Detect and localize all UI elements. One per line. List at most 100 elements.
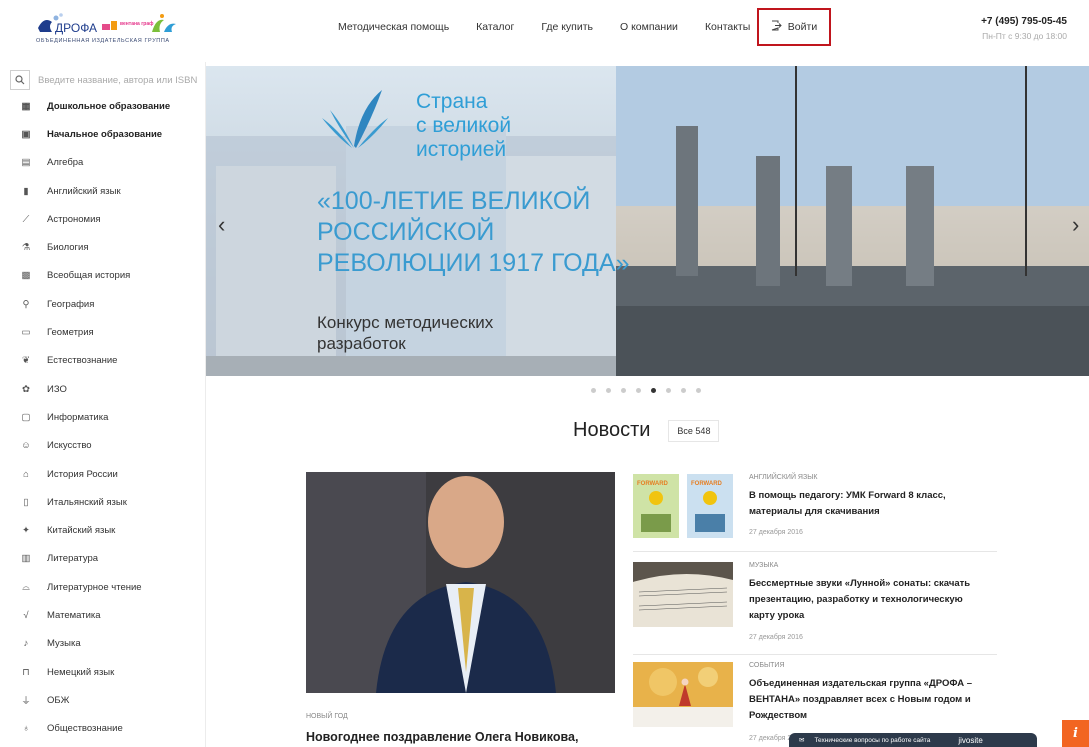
- sidebar-item-label: Всеобщая история: [47, 270, 131, 282]
- metronome-icon: ♪: [23, 638, 29, 650]
- sidebar-item-subject[interactable]: ❦ Естествознание: [0, 347, 206, 375]
- book-shelf-icon: ▥: [21, 553, 31, 565]
- sidebar-item-subject[interactable]: ▣ Начальное образование: [0, 120, 206, 148]
- news-thumbnail: [633, 562, 733, 627]
- logo-subtitle: ОБЪЕДИНЕННАЯ ИЗДАТЕЛЬСКАЯ ГРУППА: [36, 38, 170, 44]
- banner-prev-arrow[interactable]: ‹: [218, 212, 225, 238]
- sidebar-item-label: История России: [47, 468, 118, 480]
- news-thumbnail: FORWARD FORWARD: [633, 474, 733, 539]
- pagination-dot[interactable]: [666, 388, 671, 393]
- sidebar-item-subject[interactable]: ⏚ ОБЖ: [0, 686, 206, 714]
- sidebar-item-label: Итальянский язык: [47, 496, 127, 508]
- pagination-dot[interactable]: [696, 388, 701, 393]
- news-category: СОБЫТИЯ: [749, 662, 785, 669]
- sidebar-item-subject[interactable]: ✦ Китайский язык: [0, 516, 206, 544]
- sidebar-item-label: ИЗО: [47, 383, 67, 395]
- sidebar-item-subject[interactable]: ✿ ИЗО: [0, 375, 206, 403]
- algebra-grid-icon: ▤: [21, 157, 31, 169]
- main-news-category: НОВЫЙ ГОД: [306, 713, 348, 720]
- phone-booth-icon: ▮: [23, 185, 29, 197]
- square-root-icon: √: [23, 609, 29, 621]
- news-all-button[interactable]: Все 548: [668, 419, 720, 442]
- sidebar-item-subject[interactable]: ▭ Геометрия: [0, 318, 206, 346]
- main-news-photo[interactable]: [306, 472, 615, 693]
- sidebar-item-subject[interactable]: ▥ Литература: [0, 545, 206, 573]
- sidebar-item-subject[interactable]: ▮ Английский язык: [0, 177, 206, 205]
- search-input[interactable]: [38, 74, 206, 86]
- pagination-dot[interactable]: [636, 388, 641, 393]
- pagination-dot[interactable]: [591, 388, 596, 393]
- sidebar-item-subject[interactable]: ▤ Алгебра: [0, 149, 206, 177]
- news-headline[interactable]: Объединенная издательская группа «ДРОФА …: [749, 676, 989, 724]
- sidebar-item-subject[interactable]: ☺ Искусство: [0, 432, 206, 460]
- news-date: 27 декабря 2016: [749, 634, 803, 641]
- info-button[interactable]: i: [1062, 720, 1089, 747]
- sidebar-item-subject[interactable]: ⌓ Литературное чтение: [0, 573, 206, 601]
- school-bag-icon: ▣: [21, 128, 31, 140]
- pagination-dot[interactable]: [681, 388, 686, 393]
- banner-headline: «100-летие великой российской революции …: [317, 187, 630, 277]
- museum-icon: ⌂: [23, 468, 29, 480]
- news-item[interactable]: МУЗЫКА Бессмертные звуки «Лунной» сонаты…: [633, 562, 997, 652]
- logo[interactable]: ДРОФА вентана граф: [34, 10, 194, 50]
- sidebar-item-subject[interactable]: ⚲ География: [0, 290, 206, 318]
- main-news-headline[interactable]: Новогоднее поздравление Олега Новикова,: [306, 730, 578, 744]
- support-chat-bar[interactable]: ✉ Технические вопросы по работе сайта ji…: [789, 733, 1037, 747]
- login-button[interactable]: Войти: [757, 8, 831, 46]
- news-category: МУЗЫКА: [749, 562, 779, 569]
- theatre-icon: ☺: [21, 440, 31, 452]
- news-date: 27 декабря 2016: [749, 529, 803, 536]
- fire-extinguisher-icon: ⏚: [21, 696, 31, 708]
- news-headline[interactable]: В помощь педагогу: УМК Forward 8 класс, …: [749, 488, 989, 520]
- ventana-sprout-icon: [152, 14, 176, 32]
- nav-contacts[interactable]: Контакты: [705, 21, 750, 33]
- hero-banner[interactable]: Страна с великой историей «100-летие вел…: [206, 66, 1089, 376]
- sidebar-item-subject[interactable]: ♪ Музыка: [0, 630, 206, 658]
- support-brand: jivosite: [958, 735, 983, 745]
- open-book-icon: ⌓: [22, 581, 30, 593]
- phone-number[interactable]: +7 (495) 795-05-45: [981, 16, 1067, 27]
- sidebar-item-subject[interactable]: ⟋ Астрономия: [0, 205, 206, 233]
- banner-title-line-1: Страна: [416, 90, 488, 113]
- sidebar-item-subject[interactable]: ⚗ Биология: [0, 233, 206, 261]
- banner-next-arrow[interactable]: ›: [1072, 212, 1079, 238]
- people-icon: ♁: [22, 723, 30, 735]
- nav-where-to-buy[interactable]: Где купить: [541, 21, 593, 33]
- sidebar-item-label: ОБЖ: [47, 694, 70, 706]
- sidebar-item-subject[interactable]: √ Математика: [0, 601, 206, 629]
- sidebar-item-subject[interactable]: ▩ Всеобщая история: [0, 262, 206, 290]
- sidebar-item-subject[interactable]: ▯ Итальянский язык: [0, 488, 206, 516]
- sidebar-item-subject[interactable]: ▦ Дошкольное образование: [0, 92, 206, 120]
- search-icon: [15, 75, 25, 85]
- pagination-dot[interactable]: [651, 388, 656, 393]
- sidebar-item-label: География: [47, 298, 95, 310]
- sidebar-item-label: Математика: [47, 609, 101, 621]
- sidebar-item-subject[interactable]: ♁ Обществознание: [0, 715, 206, 743]
- sidebar-item-label: Геометрия: [47, 327, 94, 339]
- italian-icon: ▯: [23, 496, 29, 508]
- pagination-dot[interactable]: [621, 388, 626, 393]
- news-item[interactable]: FORWARD FORWARD АНГЛИЙСКИЙ ЯЗЫК В помощь…: [633, 474, 997, 544]
- working-hours: Пн-Пт с 9:30 до 18:00: [982, 31, 1067, 41]
- nav-catalog[interactable]: Каталог: [476, 21, 514, 33]
- sidebar-item-subject[interactable]: ⌂ История России: [0, 460, 206, 488]
- sidebar-item-label: Литературное чтение: [47, 581, 142, 593]
- search-button[interactable]: [10, 70, 30, 90]
- login-label: Войти: [787, 21, 818, 33]
- sidebar-item-label: Дошкольное образование: [47, 100, 171, 112]
- sidebar-item-subject[interactable]: ⊓ Немецкий язык: [0, 658, 206, 686]
- news-thumbnail: [633, 662, 733, 727]
- news-divider: [633, 551, 997, 552]
- news-headline[interactable]: Бессмертные звуки «Лунной» сонаты: скача…: [749, 576, 989, 624]
- ruler-icon: ▭: [21, 327, 31, 339]
- sidebar-item-label: Литература: [47, 553, 99, 565]
- monitor-icon: ▢: [21, 411, 31, 423]
- sidebar-item-subject[interactable]: ▢ Информатика: [0, 403, 206, 431]
- pagination-dot[interactable]: [606, 388, 611, 393]
- login-icon: [771, 20, 782, 34]
- nav-methodical-help[interactable]: Методическая помощь: [338, 21, 449, 33]
- banner-title-line-2: с великой: [416, 114, 512, 137]
- logo-drofa-text: ДРОФА: [55, 21, 97, 35]
- search-box: [10, 69, 206, 91]
- nav-about[interactable]: О компании: [620, 21, 678, 33]
